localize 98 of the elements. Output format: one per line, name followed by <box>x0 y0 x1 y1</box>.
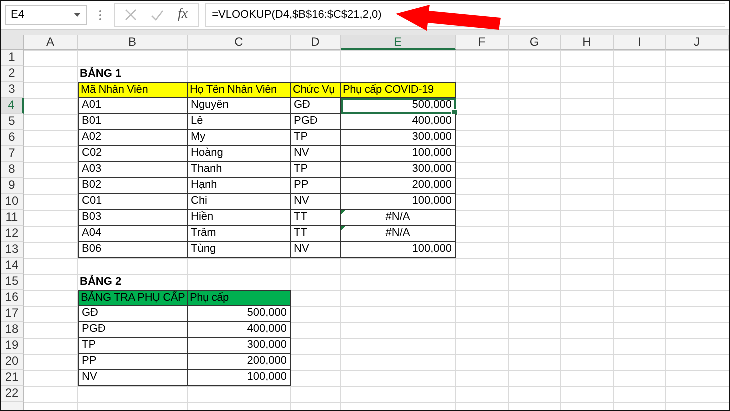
table-cell[interactable]: 100,000 <box>341 242 456 258</box>
table-cell[interactable]: 300,000 <box>341 130 456 146</box>
row-header[interactable]: 12 <box>1 226 24 242</box>
header-cell: Chức Vụ <box>291 82 341 98</box>
check-icon[interactable] <box>151 10 164 20</box>
row-header[interactable]: 10 <box>1 194 24 210</box>
table-cell: PP <box>78 354 188 370</box>
name-box[interactable]: E4 <box>5 5 87 25</box>
insert-function-button[interactable]: fx <box>178 7 188 23</box>
row-header[interactable]: 9 <box>1 178 24 194</box>
table-cell: B01 <box>78 114 188 130</box>
table-cell: B06 <box>78 242 188 258</box>
close-icon[interactable] <box>125 9 137 21</box>
row-header[interactable]: 2 <box>1 66 24 82</box>
table-cell[interactable]: #N/A <box>341 210 456 226</box>
table-cell: Thanh <box>188 162 291 178</box>
table-cell: Nguyên <box>188 98 291 114</box>
table-title: BẢNG 1 <box>79 66 123 82</box>
table-cell: Hạnh <box>188 178 291 194</box>
select-all-button[interactable] <box>1 35 24 50</box>
table-cell: TT <box>291 226 341 242</box>
table-cell: Lê <box>188 114 291 130</box>
row-header[interactable]: 5 <box>1 114 24 130</box>
table-cell: B02 <box>78 178 188 194</box>
table-cell[interactable]: 100,000 <box>341 146 456 162</box>
table-cell: NV <box>291 242 341 258</box>
table-cell: Hiền <box>188 210 291 226</box>
table-title: BẢNG 2 <box>79 274 123 290</box>
table-cell: 100,000 <box>188 370 291 386</box>
table-cell: Tùng <box>188 242 291 258</box>
table-cell: NV <box>78 370 188 386</box>
row-header[interactable]: 1 <box>1 50 24 66</box>
table-cell: GĐ <box>291 98 341 114</box>
row-header[interactable]: 6 <box>1 130 24 146</box>
row-header[interactable]: 22 <box>1 386 24 402</box>
table-cell: B03 <box>78 210 188 226</box>
row-header[interactable]: 18 <box>1 322 24 338</box>
header-cell: Phụ cấp COVID-19 <box>341 82 456 98</box>
table-cell: C02 <box>78 146 188 162</box>
table-cell: TT <box>291 210 341 226</box>
table-cell: 200,000 <box>188 354 291 370</box>
table-cell: Chi <box>188 194 291 210</box>
table-cell: NV <box>291 194 341 210</box>
table-cell: 500,000 <box>188 306 291 322</box>
table-cell[interactable]: 300,000 <box>341 162 456 178</box>
table-cell: A01 <box>78 98 188 114</box>
column-header[interactable]: C <box>188 35 291 50</box>
row-header[interactable]: 16 <box>1 290 24 306</box>
row-header[interactable]: 4 <box>1 98 24 114</box>
row-header[interactable]: 15 <box>1 274 24 290</box>
header-cell: Phụ cấp <box>188 290 291 306</box>
table-cell: TP <box>78 338 188 354</box>
table-cell: GĐ <box>78 306 188 322</box>
column-header[interactable]: B <box>78 35 188 50</box>
table-cell[interactable]: 100,000 <box>341 194 456 210</box>
formula-field[interactable]: =VLOOKUP(D4,$B$16:$C$21,2,0) <box>205 3 725 27</box>
table-cell: PGĐ <box>78 322 188 338</box>
table-cell[interactable]: 500,000 <box>341 98 456 114</box>
table-cell: TP <box>291 162 341 178</box>
row-header[interactable]: 3 <box>1 82 24 98</box>
column-header[interactable]: A <box>24 35 78 50</box>
table-cell: A03 <box>78 162 188 178</box>
table-cell: TP <box>291 130 341 146</box>
table-cell: A04 <box>78 226 188 242</box>
more-icon[interactable] <box>99 10 102 20</box>
header-cell: BẢNG TRA PHỤ CẤP <box>78 290 188 306</box>
row-header[interactable]: 19 <box>1 338 24 354</box>
row-header[interactable]: 7 <box>1 146 24 162</box>
column-header[interactable]: F <box>456 35 509 50</box>
row-header[interactable]: 8 <box>1 162 24 178</box>
table-cell: PP <box>291 178 341 194</box>
table-cell[interactable]: #N/A <box>341 226 456 242</box>
table-cell: 300,000 <box>188 338 291 354</box>
table-cell[interactable]: 400,000 <box>341 114 456 130</box>
row-header[interactable]: 13 <box>1 242 24 258</box>
row-header[interactable]: 17 <box>1 306 24 322</box>
row-header[interactable]: 21 <box>1 370 24 386</box>
table-cell: Trâm <box>188 226 291 242</box>
table-cell: A02 <box>78 130 188 146</box>
column-header[interactable]: D <box>291 35 341 50</box>
table-cell[interactable]: 200,000 <box>341 178 456 194</box>
column-header[interactable]: H <box>561 35 614 50</box>
table-cell: Hoàng <box>188 146 291 162</box>
column-header[interactable]: I <box>614 35 666 50</box>
column-header[interactable]: J <box>666 35 729 50</box>
table-cell: PGĐ <box>291 114 341 130</box>
header-cell: Mã Nhân Viên <box>78 82 188 98</box>
caret-icon <box>74 13 81 17</box>
row-header[interactable]: 14 <box>1 258 24 274</box>
table-cell: C01 <box>78 194 188 210</box>
header-cell: Họ Tên Nhân Viên <box>188 82 291 98</box>
table-cell: NV <box>291 146 341 162</box>
row-header[interactable]: 11 <box>1 210 24 226</box>
column-header[interactable]: E <box>341 35 456 50</box>
row-header[interactable]: 20 <box>1 354 24 370</box>
column-header[interactable]: G <box>509 35 561 50</box>
table-cell: 400,000 <box>188 322 291 338</box>
table-cell: My <box>188 130 291 146</box>
